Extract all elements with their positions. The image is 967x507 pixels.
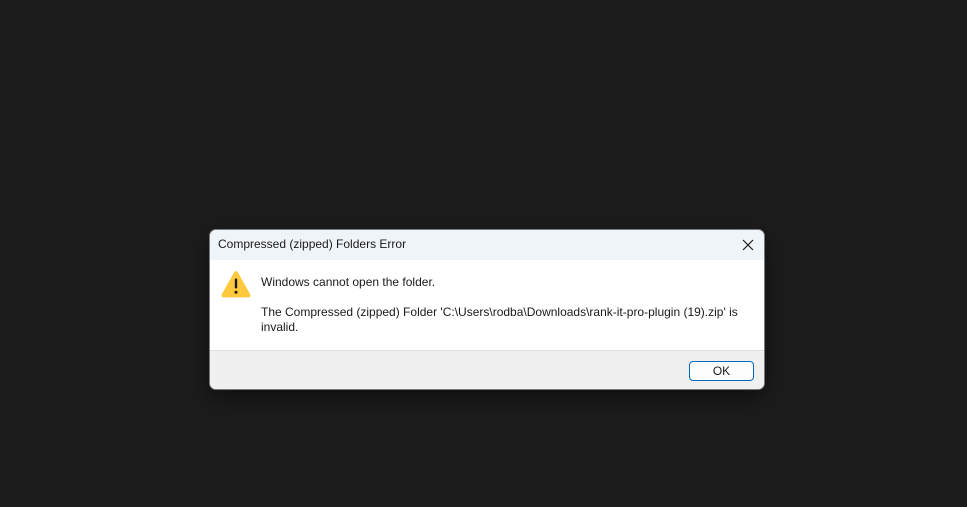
- ok-button[interactable]: OK: [689, 361, 754, 381]
- dialog-title: Compressed (zipped) Folders Error: [218, 237, 407, 251]
- error-dialog: Compressed (zipped) Folders Error Window…: [209, 229, 765, 390]
- error-detail: The Compressed (zipped) Folder 'C:\Users…: [261, 305, 738, 334]
- dialog-footer: OK: [210, 350, 764, 389]
- dialog-titlebar[interactable]: Compressed (zipped) Folders Error: [210, 230, 764, 260]
- dialog-content: Windows cannot open the folder. The Comp…: [210, 260, 764, 350]
- close-icon: [742, 239, 754, 251]
- close-button[interactable]: [732, 230, 764, 260]
- error-message: Windows cannot open the folder.: [261, 275, 436, 289]
- warning-icon: [221, 271, 251, 298]
